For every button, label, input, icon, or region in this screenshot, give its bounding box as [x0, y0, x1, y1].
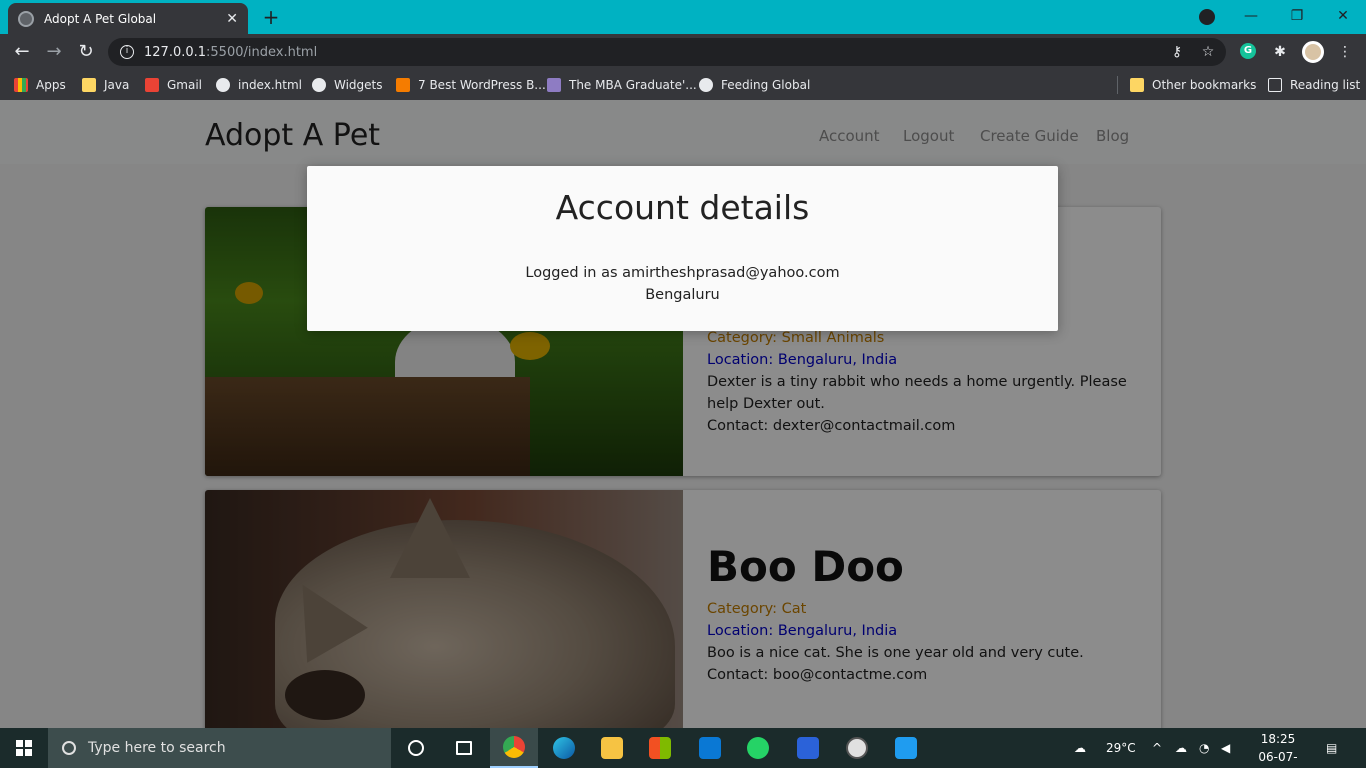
globe-icon [699, 78, 713, 92]
key-icon[interactable]: ⚷ [1168, 44, 1186, 60]
browser-tab[interactable]: Adopt A Pet Global ✕ [8, 3, 248, 34]
minimize-button[interactable]: — [1228, 0, 1274, 34]
tab-strip: Adopt A Pet Global ✕ + — ❐ ✕ [0, 0, 1366, 34]
chrome-menu-icon[interactable]: ⋮ [1336, 44, 1354, 60]
avatar[interactable] [1302, 41, 1324, 63]
volume-icon[interactable]: ◀ [1221, 728, 1230, 768]
search-icon [62, 741, 76, 755]
globe-icon [18, 10, 34, 27]
store-icon[interactable] [636, 728, 684, 768]
cortana-icon[interactable] [392, 728, 440, 768]
weather-cloud-icon[interactable]: ☁ [1074, 728, 1098, 768]
bookmark-star-icon[interactable]: ☆ [1199, 44, 1217, 60]
tray-overflow-chevron-icon[interactable]: ^ [1152, 728, 1162, 768]
search-placeholder: Type here to search [88, 740, 226, 756]
clock-app-icon[interactable] [833, 728, 881, 768]
logged-in-text: Logged in as amirtheshprasad@yahoo.com [525, 265, 840, 281]
web-page: Adopt A Pet Account Logout Create Guide … [0, 100, 1366, 728]
mail-icon[interactable] [686, 728, 734, 768]
start-button[interactable] [0, 728, 48, 768]
windows-logo-icon [16, 740, 32, 756]
bookmark-index[interactable]: index.html [216, 76, 302, 94]
close-window-button[interactable]: ✕ [1320, 0, 1366, 34]
taskbar-search[interactable]: Type here to search [48, 728, 391, 768]
reading-list-icon [1268, 78, 1282, 92]
task-view-icon[interactable] [440, 728, 488, 768]
bookmark-wordpress[interactable]: 7 Best WordPress B... [396, 76, 546, 94]
whatsapp-icon[interactable] [734, 728, 782, 768]
bookmark-gmail[interactable]: Gmail [145, 76, 202, 94]
edge-taskbar-icon[interactable] [540, 728, 588, 768]
site-info-icon[interactable]: i [120, 45, 134, 59]
windows-taskbar: Type here to search ☁ 29°C ^ ☁ ◔ ◀ 18:25… [0, 728, 1366, 768]
close-tab-icon[interactable]: ✕ [226, 11, 238, 27]
reading-list[interactable]: Reading list [1268, 76, 1360, 94]
notifications-icon[interactable]: ▤ [1326, 728, 1337, 768]
globe-icon [312, 78, 326, 92]
taskbar-clock[interactable]: 18:25 06-07-2021 [1250, 730, 1306, 768]
forward-arrow-icon[interactable]: → [42, 40, 66, 64]
user-city-text: Bengaluru [645, 287, 720, 303]
address-bar[interactable]: i 127.0.0.1:5500/index.html [108, 38, 1226, 66]
bookmark-apps[interactable]: Apps [14, 76, 66, 94]
account-details-modal: Account details Logged in as amirtheshpr… [307, 166, 1058, 331]
weather-temperature[interactable]: 29°C [1106, 728, 1136, 768]
folder-icon [82, 78, 96, 92]
wifi-icon[interactable]: ◔ [1199, 728, 1209, 768]
mba-site-icon [547, 78, 561, 92]
bookmarks-bar: Apps Java Gmail index.html Widgets 7 Bes… [0, 70, 1366, 100]
bookmarks-divider [1117, 76, 1118, 94]
vscode-icon[interactable] [882, 728, 930, 768]
profile-menu-icon[interactable] [1199, 9, 1215, 25]
bookmark-feeding-global[interactable]: Feeding Global [699, 76, 810, 94]
folder-icon [1130, 78, 1144, 92]
wordpress-icon [396, 78, 410, 92]
bookmark-widgets[interactable]: Widgets [312, 76, 383, 94]
clock-date: 06-07-2021 [1258, 750, 1298, 764]
file-explorer-icon[interactable] [588, 728, 636, 768]
clock-time: 18:25 [1260, 732, 1296, 746]
grammarly-extension-icon[interactable]: G [1240, 43, 1256, 59]
tab-title: Adopt A Pet Global [44, 11, 157, 26]
restore-button[interactable]: ❐ [1274, 0, 1320, 34]
wps-writer-icon[interactable] [784, 728, 832, 768]
other-bookmarks[interactable]: Other bookmarks [1130, 76, 1256, 94]
apps-grid-icon [14, 78, 28, 92]
globe-icon [216, 78, 230, 92]
reload-icon[interactable]: ↻ [74, 40, 98, 64]
new-tab-button[interactable]: + [260, 6, 282, 28]
extensions-puzzle-icon[interactable]: ✱ [1271, 44, 1289, 60]
gmail-icon [145, 78, 159, 92]
bookmark-java[interactable]: Java [82, 76, 129, 94]
browser-toolbar: ← → ↻ i 127.0.0.1:5500/index.html ⚷ ☆ ✱ … [0, 34, 1366, 70]
url-text: 127.0.0.1:5500/index.html [144, 44, 318, 60]
bookmark-mba[interactable]: The MBA Graduate'... [547, 76, 697, 94]
back-arrow-icon[interactable]: ← [10, 40, 34, 64]
chrome-taskbar-icon[interactable] [490, 728, 538, 768]
modal-title: Account details [555, 188, 810, 227]
onedrive-cloud-icon[interactable]: ☁ [1175, 728, 1187, 768]
